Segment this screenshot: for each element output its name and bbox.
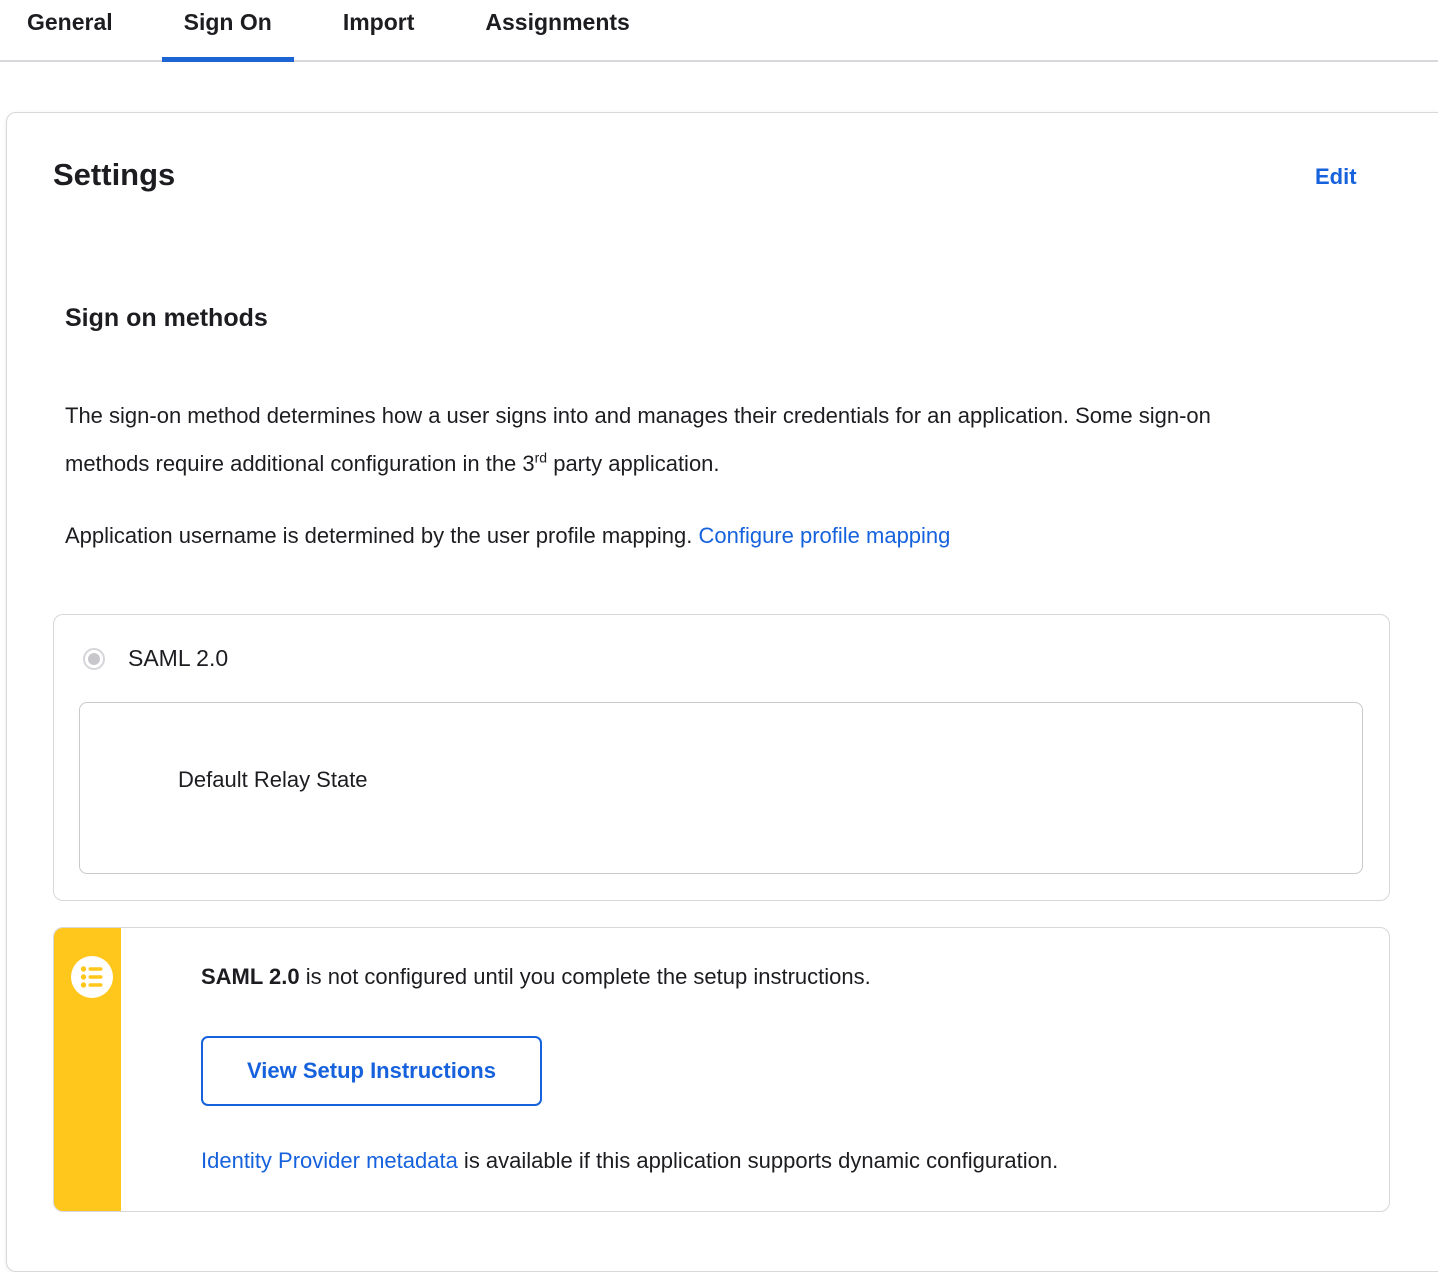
tab-general[interactable]: General (5, 0, 135, 60)
relay-state-panel: Default Relay State (79, 702, 1363, 874)
default-relay-state-label: Default Relay State (178, 767, 368, 792)
callout-warning-strip (54, 928, 121, 1211)
configure-profile-mapping-link[interactable]: Configure profile mapping (698, 523, 950, 548)
metadata-line: Identity Provider metadata is available … (201, 1146, 1349, 1176)
tab-import[interactable]: Import (321, 0, 437, 60)
callout-body: SAML 2.0 is not configured until you com… (121, 928, 1389, 1211)
saml-radio-label[interactable]: SAML 2.0 (128, 645, 228, 672)
list-icon (71, 956, 113, 998)
username-text: Application username is determined by th… (65, 523, 699, 548)
edit-link[interactable]: Edit (1315, 164, 1357, 190)
identity-provider-metadata-link[interactable]: Identity Provider metadata (201, 1148, 458, 1173)
username-description: Application username is determined by th… (65, 512, 1295, 560)
saml-radio-button[interactable] (83, 647, 105, 670)
saml-radio-row: SAML 2.0 (83, 645, 1363, 672)
sign-on-description: The sign-on method determines how a user… (65, 392, 1250, 488)
description-superscript: rd (534, 449, 548, 466)
page-title: Settings (53, 157, 176, 192)
settings-card: Settings Edit Sign on methods The sign-o… (6, 112, 1438, 1272)
saml-method-box: SAML 2.0 Default Relay State (53, 614, 1390, 901)
metadata-rest-text: is available if this application support… (457, 1148, 1059, 1173)
sign-on-methods-heading: Sign on methods (65, 304, 268, 332)
callout-message-bold: SAML 2.0 (201, 964, 300, 989)
callout-message-rest: is not configured until you complete the… (299, 964, 871, 989)
card-header: Settings Edit (53, 157, 1415, 197)
view-setup-instructions-button[interactable]: View Setup Instructions (201, 1036, 542, 1106)
app-tabbar: General Sign On Import Assignments (0, 0, 1438, 62)
callout-message: SAML 2.0 is not configured until you com… (201, 962, 1349, 992)
saml-setup-callout: SAML 2.0 is not configured until you com… (53, 927, 1390, 1212)
tab-sign-on[interactable]: Sign On (161, 0, 295, 62)
tab-assignments[interactable]: Assignments (463, 0, 651, 60)
description-text-2: party application. (547, 451, 720, 476)
